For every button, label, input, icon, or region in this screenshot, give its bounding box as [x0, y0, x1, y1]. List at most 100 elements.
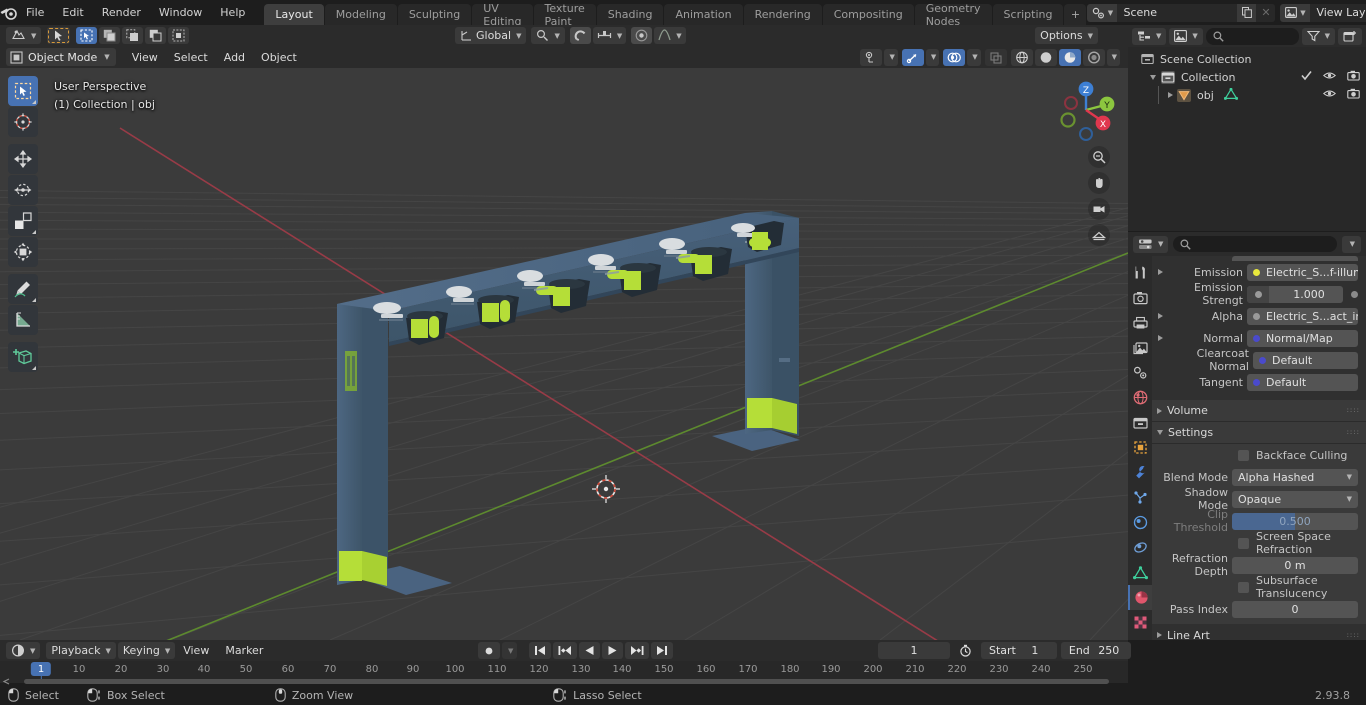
- tab-compositing[interactable]: Compositing: [822, 4, 914, 25]
- setting-subsurface-translucency[interactable]: Subsurface Translucency: [1152, 574, 1366, 600]
- properties-tab-object[interactable]: [1128, 435, 1152, 460]
- expand-icon[interactable]: [1157, 407, 1162, 414]
- properties-tab-constraints[interactable]: [1128, 535, 1152, 560]
- tab-sculpting[interactable]: Sculpting: [397, 4, 472, 25]
- blend-mode-dropdown[interactable]: Alpha Hashed ▼: [1232, 468, 1358, 486]
- property-value-normal[interactable]: Normal/Map: [1247, 329, 1358, 347]
- properties-tab-texture[interactable]: [1128, 610, 1152, 635]
- panel-grip-icon[interactable]: ::::: [1347, 429, 1360, 436]
- view-layer-name[interactable]: View Layer: [1310, 6, 1366, 19]
- blender-logo-icon[interactable]: [0, 0, 17, 25]
- expand-icon[interactable]: [1158, 335, 1163, 341]
- timeline-menu-keying[interactable]: Keying ▼: [117, 642, 176, 659]
- properties-options-icon[interactable]: ▼: [1341, 235, 1361, 253]
- tool-annotate[interactable]: [8, 274, 38, 304]
- tab-uv-editing[interactable]: UV Editing: [472, 2, 533, 28]
- panel-grip-icon[interactable]: ::::: [1347, 631, 1360, 638]
- outliner-row-collection[interactable]: Collection: [1128, 68, 1366, 86]
- frame-start-field[interactable]: Start 1: [981, 642, 1057, 659]
- panel-settings[interactable]: Settings ::::: [1152, 422, 1366, 444]
- shading-wireframe-icon[interactable]: [1010, 48, 1033, 66]
- panel-volume[interactable]: Volume ::::: [1152, 400, 1366, 422]
- scene-name[interactable]: Scene: [1117, 6, 1237, 19]
- jump-to-end-icon[interactable]: [651, 642, 674, 659]
- timeline-menu-playback[interactable]: Playback ▼: [46, 642, 116, 659]
- checkbox-icon[interactable]: [1238, 581, 1249, 593]
- timeline-editor-type-icon[interactable]: ▼: [6, 642, 41, 659]
- shading-material-preview-icon[interactable]: [1058, 48, 1081, 66]
- pan-hand-icon[interactable]: [1088, 172, 1110, 194]
- frame-end-field[interactable]: End 250: [1060, 642, 1131, 659]
- checkbox-icon[interactable]: [1301, 70, 1312, 84]
- shadow-mode-dropdown[interactable]: Opaque ▼: [1232, 490, 1358, 508]
- snap-increment-icon[interactable]: ▼: [592, 27, 627, 44]
- outliner-display-mode-icon[interactable]: ▼: [1132, 27, 1167, 45]
- mesh-data-icon[interactable]: [1223, 87, 1238, 103]
- playhead[interactable]: 1: [30, 662, 52, 683]
- panel-line-art[interactable]: Line Art ::::: [1152, 624, 1366, 640]
- property-value-clearcoat-normal[interactable]: Default: [1253, 351, 1358, 369]
- properties-tab-view-layer[interactable]: [1128, 335, 1152, 360]
- tab-modeling[interactable]: Modeling: [324, 4, 397, 25]
- next-keyframe-icon[interactable]: [625, 642, 650, 659]
- setting-backface-culling[interactable]: Backface Culling: [1152, 444, 1366, 466]
- scene-remove-icon[interactable]: ✕: [1256, 3, 1276, 22]
- timeline-scrollbar-thumb[interactable]: [24, 679, 1109, 684]
- property-row-alpha[interactable]: Alpha Electric_S...act_inv.pn: [1152, 305, 1366, 327]
- xray-toggle-icon[interactable]: [984, 48, 1007, 66]
- toggle-ortho-icon[interactable]: [1088, 224, 1110, 246]
- setting-screen-space-refraction[interactable]: Screen Space Refraction: [1152, 530, 1366, 556]
- interaction-mode-selector[interactable]: Object Mode ▼: [6, 48, 116, 66]
- tool-move[interactable]: [8, 144, 38, 174]
- 3d-viewport[interactable]: User Perspective (1) Collection | obj Z …: [0, 68, 1128, 640]
- outliner-search-input[interactable]: [1205, 27, 1299, 45]
- menu-render[interactable]: Render: [93, 0, 150, 25]
- gizmo-icon[interactable]: [901, 48, 924, 66]
- outliner-filter-view-layer-icon[interactable]: ▼: [1169, 27, 1203, 45]
- properties-tab-scene[interactable]: [1128, 360, 1152, 385]
- properties-tab-data[interactable]: [1128, 560, 1152, 585]
- add-workspace-button[interactable]: +: [1064, 4, 1087, 25]
- select-intersect-icon[interactable]: [168, 27, 190, 44]
- editor-type-icon[interactable]: ▼: [6, 27, 42, 44]
- navigation-gizmo[interactable]: Z Y X: [1052, 76, 1120, 144]
- shading-solid-icon[interactable]: [1034, 48, 1057, 66]
- chevron-down-icon[interactable]: ▼: [1106, 48, 1120, 66]
- tab-rendering[interactable]: Rendering: [743, 4, 822, 25]
- record-keyframes-icon[interactable]: [478, 642, 500, 659]
- magnet-icon[interactable]: [569, 27, 591, 44]
- play-icon[interactable]: [602, 642, 624, 659]
- snap-toggle-icon[interactable]: ▼: [531, 27, 565, 44]
- properties-tab-render[interactable]: [1128, 285, 1152, 310]
- animate-property-dot[interactable]: [1351, 290, 1358, 298]
- stopwatch-icon[interactable]: [954, 642, 977, 659]
- falloff-smooth-icon[interactable]: ▼: [654, 27, 686, 44]
- new-collection-icon[interactable]: [1338, 27, 1362, 45]
- select-difference-icon[interactable]: [145, 27, 167, 44]
- viewport-menu-select[interactable]: Select: [166, 48, 216, 66]
- tool-rotate[interactable]: [8, 175, 38, 205]
- eye-icon[interactable]: [1322, 88, 1337, 102]
- material-browse-icon[interactable]: ▼: [1133, 235, 1169, 253]
- properties-tab-world[interactable]: [1128, 385, 1152, 410]
- timeline-scrollbar[interactable]: [2, 678, 1120, 685]
- property-value-alpha[interactable]: Electric_S...act_inv.pn: [1247, 307, 1358, 325]
- eye-icon[interactable]: [1322, 70, 1337, 84]
- proportional-edit-icon[interactable]: [631, 27, 653, 44]
- property-value-emission[interactable]: Electric_S...f-illum.png: [1247, 263, 1358, 281]
- chevron-down-icon[interactable]: ▼: [884, 48, 898, 66]
- tab-scripting[interactable]: Scripting: [992, 4, 1064, 25]
- scene-duplicate-icon[interactable]: [1237, 3, 1257, 22]
- tool-cursor[interactable]: [8, 107, 38, 137]
- timeline-menu-marker[interactable]: Marker: [217, 642, 271, 660]
- pass-index-field[interactable]: 0: [1232, 600, 1358, 618]
- property-row-tangent[interactable]: Tangent Default: [1152, 371, 1366, 393]
- tool-add-cube[interactable]: [8, 342, 38, 372]
- panel-grip-icon[interactable]: ::::: [1347, 407, 1360, 414]
- property-value-emission-strength[interactable]: 1.000: [1247, 285, 1343, 303]
- select-set-icon[interactable]: [76, 27, 98, 44]
- properties-search-input[interactable]: [1173, 236, 1337, 252]
- current-frame-field[interactable]: 1: [878, 642, 950, 659]
- chevron-down-icon[interactable]: ▼: [925, 48, 940, 66]
- zoom-icon[interactable]: [1088, 146, 1110, 168]
